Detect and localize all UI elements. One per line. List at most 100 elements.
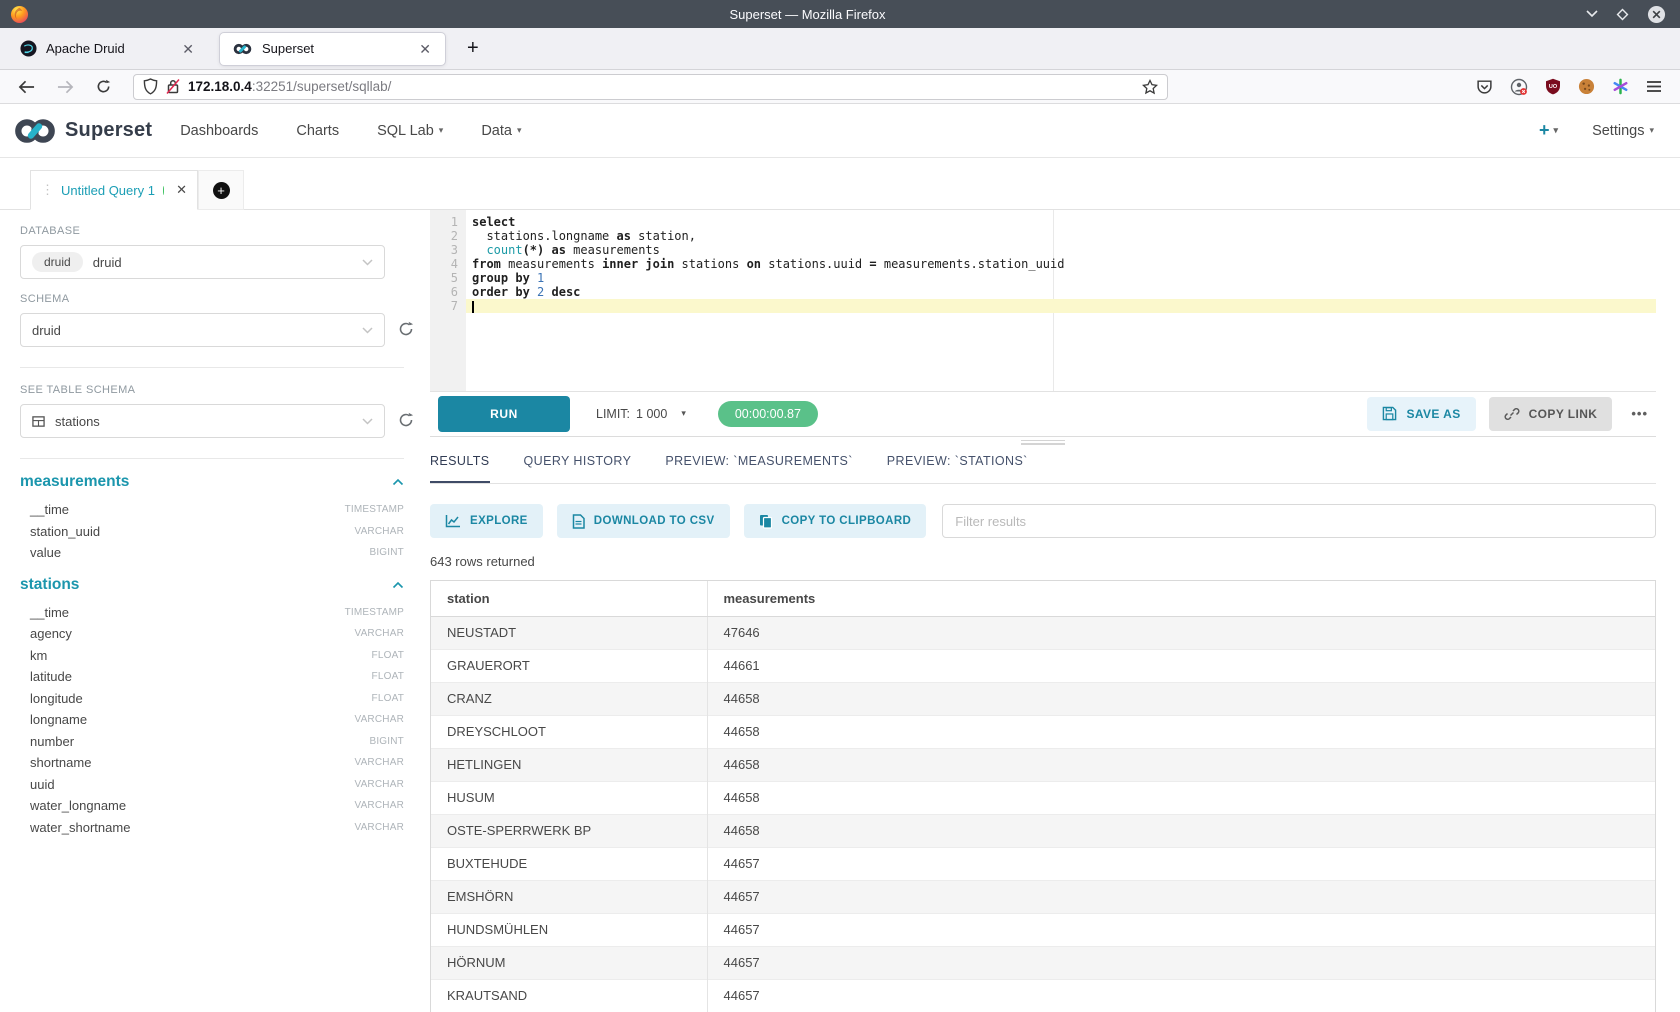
nav-item-charts[interactable]: Charts: [296, 123, 339, 139]
nav-item-sql-lab[interactable]: SQL Lab▾: [377, 123, 443, 139]
ublock-shield-icon[interactable]: UO: [1545, 78, 1561, 95]
column-row: longnameVARCHAR: [20, 709, 404, 731]
drag-dots-icon[interactable]: ⋮: [41, 182, 53, 198]
download-to-csv-button[interactable]: DOWNLOAD TO CSV: [557, 504, 730, 538]
cookie-icon[interactable]: [1578, 78, 1595, 95]
chevron-up-icon[interactable]: [392, 478, 404, 486]
sql-editor[interactable]: 1234567 select stations.longname as stat…: [430, 210, 1656, 391]
column-type: FLOAT: [372, 671, 404, 682]
pane-resize-handle[interactable]: [1021, 438, 1065, 447]
table-row[interactable]: DREYSCHLOOT44658: [431, 716, 1655, 749]
gutter-line-number: 6: [430, 285, 458, 299]
hamburger-menu-icon[interactable]: [1646, 80, 1662, 93]
query-tab[interactable]: ⋮ Untitled Query 1 ✕: [30, 170, 198, 210]
column-type: VARCHAR: [354, 779, 404, 790]
language-asterisk-icon[interactable]: [1612, 78, 1629, 95]
query-tab-close-icon[interactable]: ✕: [176, 182, 187, 198]
results-tab-preview-measurements[interactable]: PREVIEW: `MEASUREMENTS`: [665, 454, 852, 483]
clipboard-icon: [759, 514, 773, 529]
column-header-station[interactable]: station: [431, 581, 707, 617]
plus-circle-icon: +: [213, 182, 230, 199]
column-type: BIGINT: [369, 736, 404, 747]
forward-icon[interactable]: [57, 80, 74, 94]
nav-item-dashboards[interactable]: Dashboards: [180, 123, 258, 139]
limit-dropdown[interactable]: LIMIT: 1 000 ▾: [596, 407, 686, 421]
bookmark-star-icon[interactable]: [1142, 79, 1158, 95]
pocket-icon[interactable]: [1476, 78, 1493, 95]
copy-to-clipboard-button[interactable]: COPY TO CLIPBOARD: [744, 504, 927, 538]
table-row[interactable]: CRANZ44658: [431, 683, 1655, 716]
schema-value: druid: [32, 323, 352, 338]
add-new-button[interactable]: +▾: [1539, 120, 1558, 141]
superset-logo[interactable]: Superset: [12, 118, 152, 144]
table-cell: HETLINGEN: [431, 749, 707, 782]
tab-close-icon[interactable]: ✕: [180, 40, 196, 58]
table-row[interactable]: HETLINGEN44658: [431, 749, 1655, 782]
database-select[interactable]: druid druid: [20, 245, 385, 279]
window-close-icon[interactable]: [1647, 5, 1666, 24]
save-as-button[interactable]: SAVE AS: [1367, 397, 1475, 431]
editor-code[interactable]: select stations.longname as station, cou…: [466, 210, 1656, 391]
reload-icon[interactable]: [96, 79, 111, 94]
table-row[interactable]: HUNDSMÜHLEN44657: [431, 914, 1655, 947]
refresh-schema-icon[interactable]: [398, 321, 414, 337]
insecure-padlock-icon[interactable]: [166, 78, 180, 95]
browser-tab-label: Superset: [262, 41, 408, 56]
schema-select[interactable]: druid: [20, 313, 385, 347]
table-select[interactable]: stations: [20, 404, 385, 438]
chevron-up-icon[interactable]: [392, 581, 404, 589]
text-cursor: [472, 301, 474, 313]
column-type: VARCHAR: [354, 757, 404, 768]
results-tab-query-history[interactable]: QUERY HISTORY: [524, 454, 632, 483]
extension-badge-icon[interactable]: [1510, 78, 1528, 96]
settings-menu[interactable]: Settings▾: [1592, 123, 1654, 139]
table-cell: HUSUM: [431, 782, 707, 815]
table-name[interactable]: stations: [20, 576, 79, 594]
superset-navbar: Superset Dashboards Charts SQL Lab▾ Data▾ +…: [0, 104, 1680, 158]
table-name[interactable]: measurements: [20, 473, 129, 491]
table-cell: DREYSCHLOOT: [431, 716, 707, 749]
table-row[interactable]: KRAUTSAND44657: [431, 980, 1655, 1012]
url-text[interactable]: 172.18.0.4:32251/superset/sqllab/: [188, 79, 1134, 94]
url-bar[interactable]: 172.18.0.4:32251/superset/sqllab/: [133, 74, 1168, 100]
more-actions-button[interactable]: •••: [1625, 406, 1654, 421]
table-row[interactable]: GRAUERORT44661: [431, 650, 1655, 683]
table-row[interactable]: HUSUM44658: [431, 782, 1655, 815]
tab-close-icon[interactable]: ✕: [417, 40, 433, 58]
table-cell: 44657: [707, 914, 1655, 947]
chevron-down-icon: ▾: [1554, 125, 1559, 136]
copy-link-button[interactable]: COPY LINK: [1489, 397, 1613, 431]
browser-tab-apache-druid[interactable]: Apache Druid ✕: [8, 33, 208, 65]
column-type: FLOAT: [372, 693, 404, 704]
window-maximize-icon[interactable]: [1616, 8, 1629, 21]
shield-icon[interactable]: [143, 78, 158, 95]
schema-table-measurements: measurements__timeTIMESTAMPstation_uuidV…: [20, 473, 404, 564]
table-row[interactable]: NEUSTADT47646: [431, 617, 1655, 650]
browser-tab-superset[interactable]: Superset ✕: [220, 33, 445, 65]
run-button[interactable]: RUN: [438, 396, 570, 432]
table-row[interactable]: HÖRNUM44657: [431, 947, 1655, 980]
column-header-measurements[interactable]: measurements: [707, 581, 1655, 617]
nav-item-data[interactable]: Data▾: [481, 123, 521, 139]
back-icon[interactable]: [18, 80, 35, 94]
table-row[interactable]: OSTE-SPERRWERK BP44658: [431, 815, 1655, 848]
column-type: VARCHAR: [354, 714, 404, 725]
chevron-down-icon: [362, 259, 373, 266]
filter-results-input[interactable]: [942, 504, 1656, 538]
chevron-down-icon: ▾: [517, 125, 522, 136]
results-tab-preview-stations[interactable]: PREVIEW: `STATIONS`: [887, 454, 1028, 483]
add-query-tab-button[interactable]: +: [198, 170, 244, 210]
column-type: VARCHAR: [354, 628, 404, 639]
table-row[interactable]: EMSHÖRN44657: [431, 881, 1655, 914]
refresh-table-icon[interactable]: [398, 412, 414, 428]
table-cell: HÖRNUM: [431, 947, 707, 980]
results-tab-results[interactable]: RESULTS: [430, 454, 490, 483]
window-minimize-icon[interactable]: [1586, 10, 1598, 18]
table-cell: 44658: [707, 782, 1655, 815]
explore-button[interactable]: EXPLORE: [430, 504, 543, 538]
new-tab-button[interactable]: +: [461, 37, 485, 60]
column-type: FLOAT: [372, 650, 404, 661]
table-row[interactable]: BUXTEHUDE44657: [431, 848, 1655, 881]
column-row: __timeTIMESTAMP: [20, 602, 404, 624]
query-tab-title[interactable]: Untitled Query 1: [61, 183, 155, 198]
